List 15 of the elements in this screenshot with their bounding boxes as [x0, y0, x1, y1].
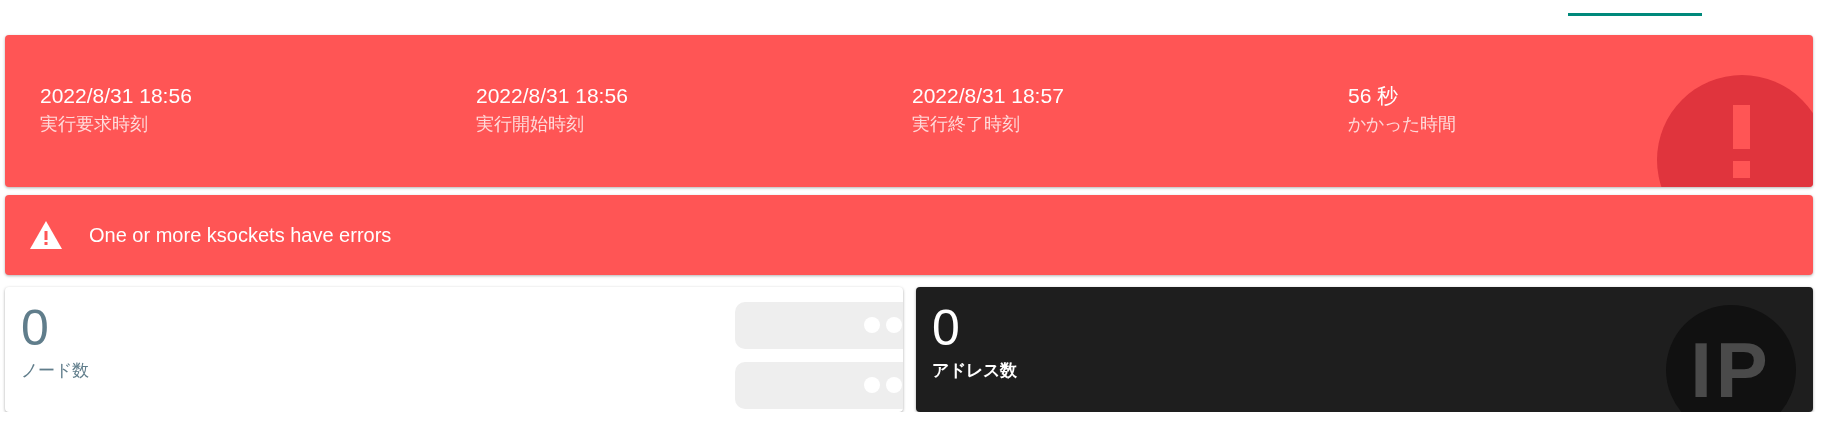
field-label: 実行開始時刻: [476, 113, 584, 136]
timestamp-value: 56 秒: [1348, 84, 1399, 108]
warning-icon: [29, 220, 63, 250]
field-label: 実行要求時刻: [40, 113, 148, 136]
field-label: かかった時間: [1348, 113, 1456, 136]
stat-label: ノード数: [21, 361, 89, 381]
timestamp-value: 2022/8/31 18:57: [912, 84, 1064, 108]
stat-value: 0: [21, 301, 49, 355]
ip-icon: IP: [1666, 305, 1796, 412]
timestamp-value: 2022/8/31 18:56: [40, 84, 192, 108]
stat-label: アドレス数: [932, 361, 1017, 381]
stat-value: 0: [932, 301, 960, 355]
field-label: 実行終了時刻: [912, 113, 1020, 136]
error-message: One or more ksockets have errors: [89, 223, 392, 247]
timestamp-value: 2022/8/31 18:56: [476, 84, 628, 108]
